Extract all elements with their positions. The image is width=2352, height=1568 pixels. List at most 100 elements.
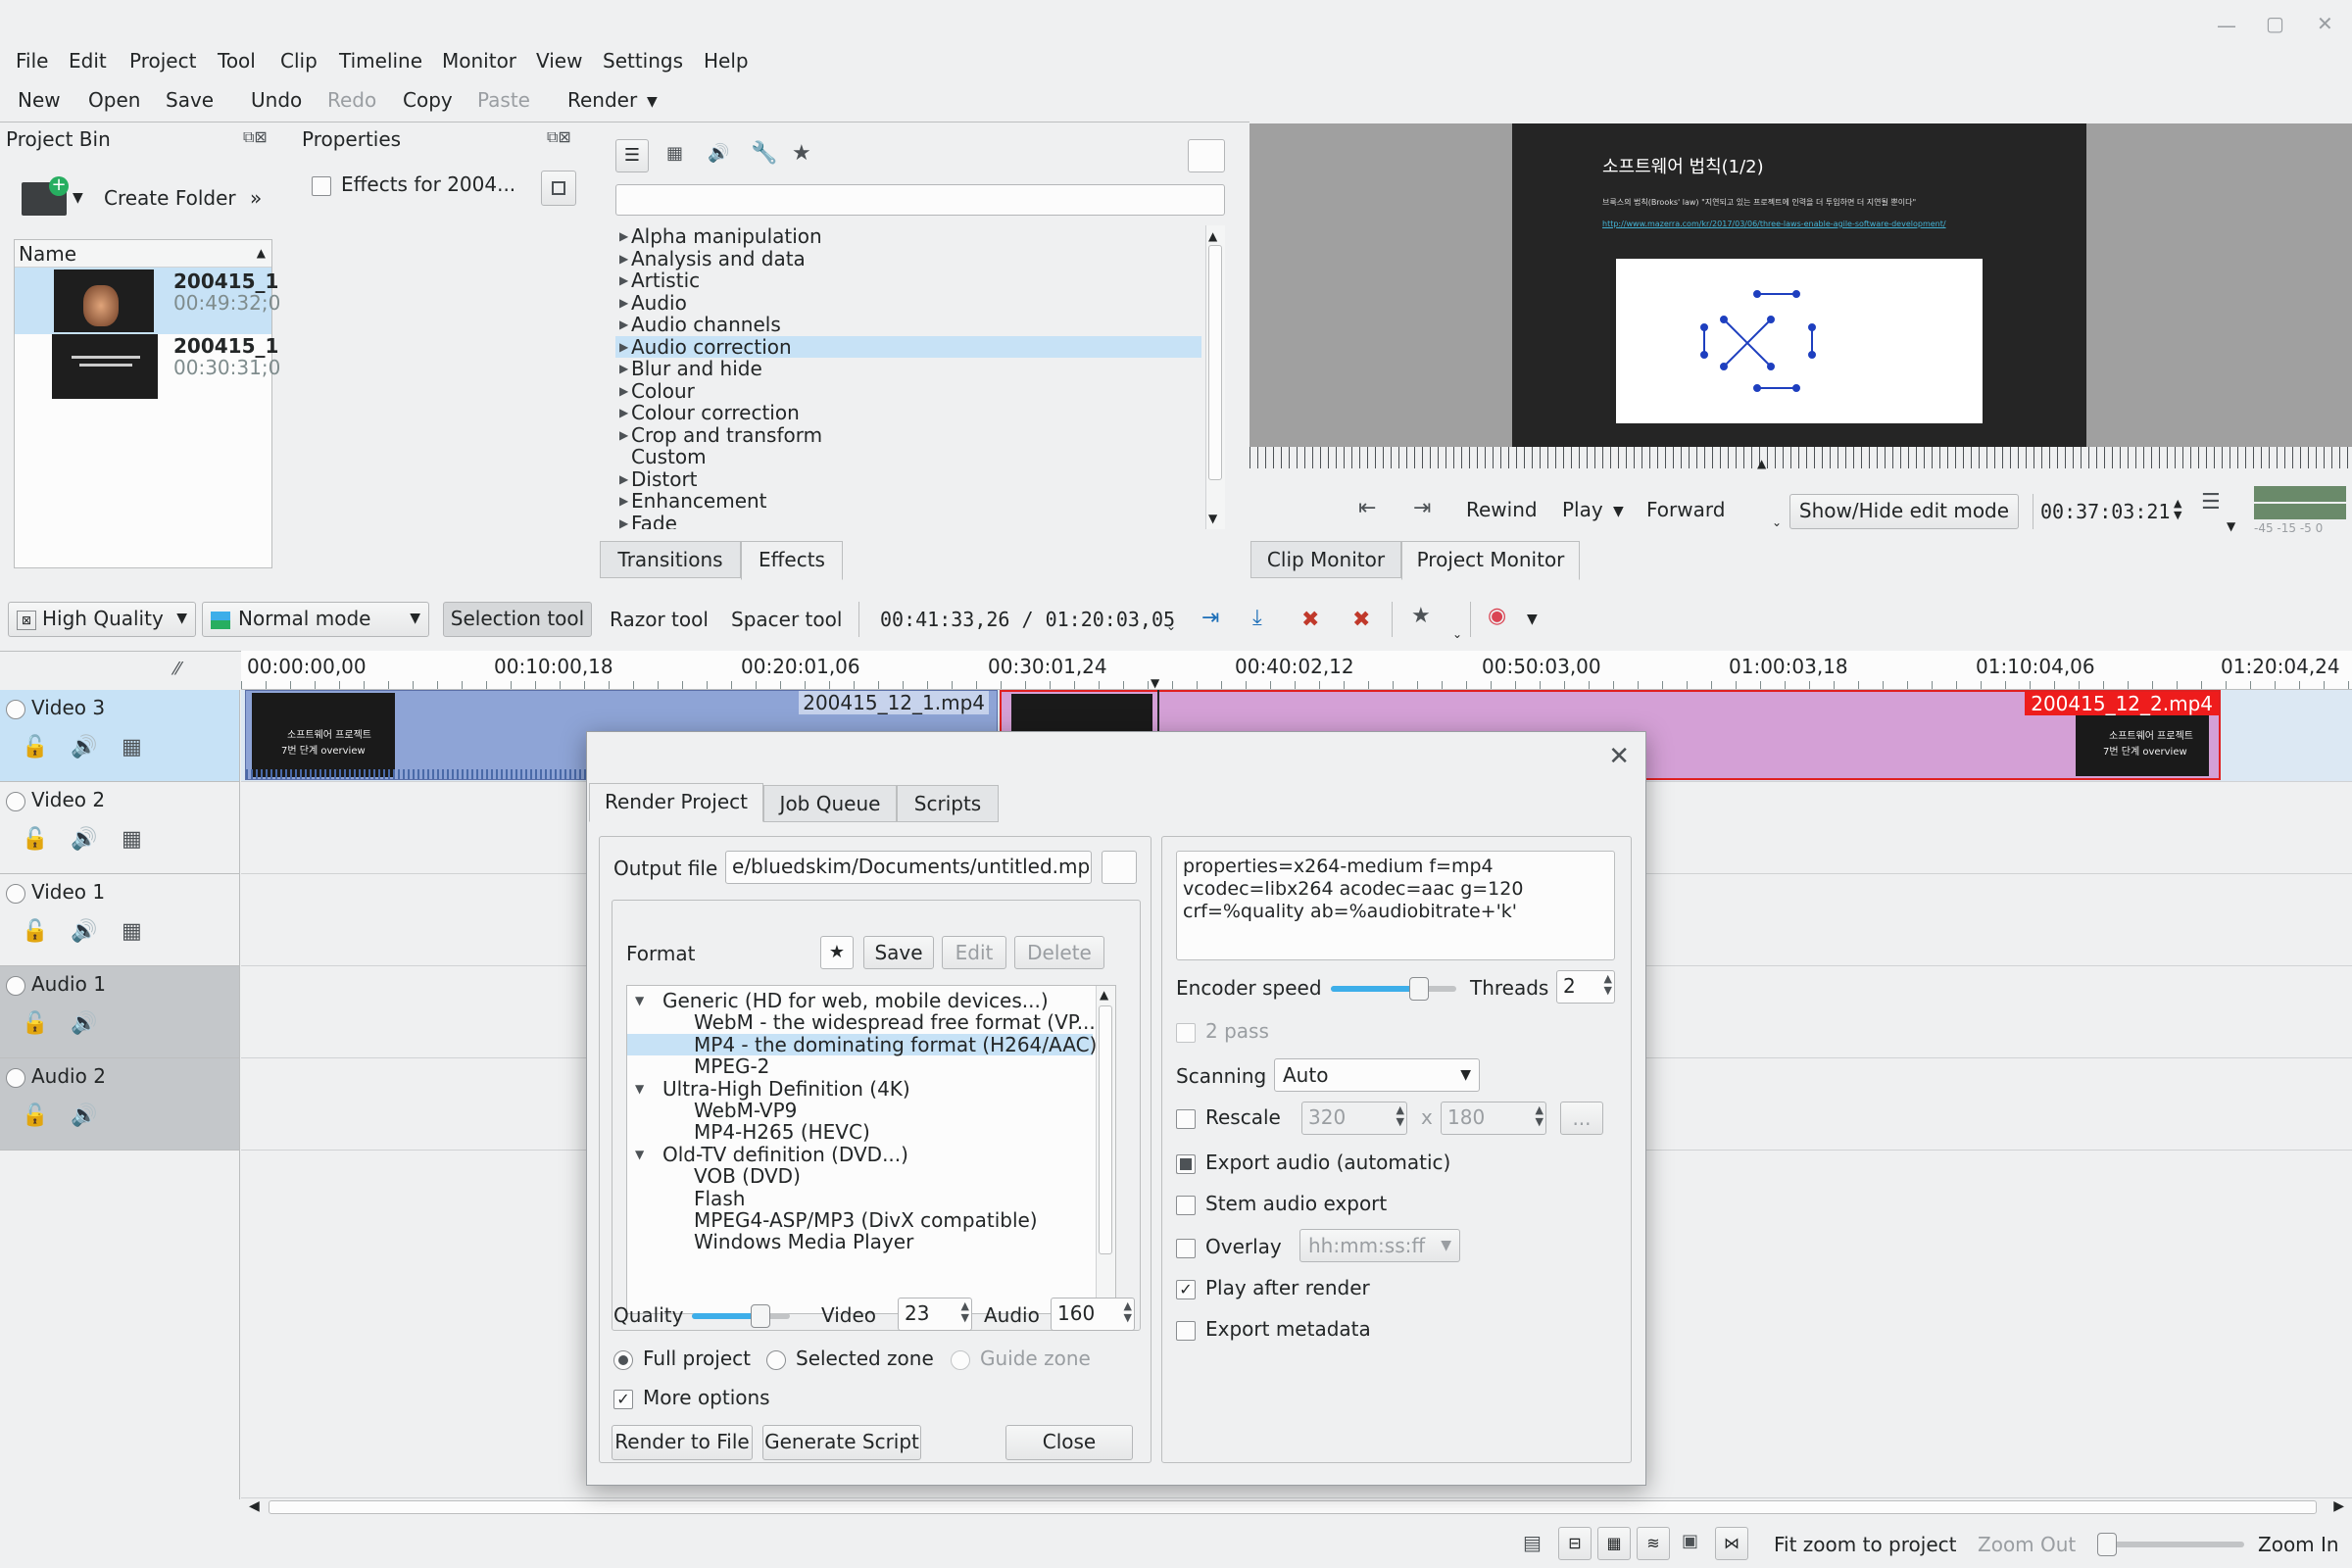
expand-arrow-icon[interactable]: ▶ [619, 314, 628, 335]
tab-clip-monitor[interactable]: Clip Monitor [1250, 541, 1401, 578]
track-video-3[interactable]: Video 3 🔓 🔊 ▦ [0, 690, 239, 782]
menu-file[interactable]: File [16, 49, 48, 73]
save-button[interactable]: Save [166, 88, 214, 112]
save-format-button[interactable]: Save [863, 936, 934, 969]
format-item[interactable]: WebM-VP9 [627, 1100, 1093, 1121]
effect-category-item[interactable]: ▶ Fade [615, 513, 1201, 530]
audio-effects-icon[interactable]: 🔊 [708, 143, 729, 164]
play-dropdown-icon[interactable]: ▼ [1613, 504, 1624, 519]
effects-checkbox[interactable] [312, 176, 331, 196]
menu-view[interactable]: View [536, 49, 582, 73]
mute-icon[interactable]: 🔊 [71, 919, 97, 944]
close-window-icon[interactable]: ✕ [2317, 12, 2333, 35]
float-icon[interactable]: ⧉⊠ [547, 127, 571, 147]
collapse-arrow-icon[interactable]: ▼ [635, 1078, 644, 1100]
menu-settings[interactable]: Settings [603, 49, 683, 73]
export-audio-checkbox[interactable] [1176, 1154, 1196, 1174]
expand-arrow-icon[interactable]: ▶ [619, 402, 628, 423]
sort-icon[interactable]: ▲ [257, 246, 266, 260]
full-project-radio[interactable] [613, 1350, 633, 1370]
track-video-2[interactable]: Video 2 🔓 🔊 ▦ [0, 782, 239, 874]
track-video-1[interactable]: Video 1 🔓 🔊 ▦ [0, 874, 239, 966]
overlay-select[interactable]: hh:mm:ss:ff ▼ [1299, 1229, 1460, 1262]
tab-render-project[interactable]: Render Project [589, 783, 763, 822]
show-audio-thumbs-icon[interactable]: ▤ [1523, 1531, 1542, 1554]
expand-arrow-icon[interactable]: ▶ [619, 490, 628, 512]
format-item[interactable]: VOB (DVD) [627, 1165, 1093, 1187]
expand-arrow-icon[interactable]: ▶ [619, 336, 628, 358]
expand-arrow-icon[interactable]: ▶ [619, 468, 628, 490]
output-file-input[interactable]: e/bluedskim/Documents/untitled.mp4 [725, 851, 1092, 884]
fit-zoom-button[interactable]: Fit zoom to project [1774, 1533, 1956, 1556]
open-button[interactable]: Open [88, 88, 140, 112]
effect-category-item[interactable]: ▶ Alpha manipulation [615, 225, 1201, 247]
effects-info-button[interactable] [1188, 139, 1225, 172]
column-name[interactable]: Name [19, 242, 76, 266]
video-effects-icon[interactable]: ▦ [666, 143, 683, 164]
effect-category-item[interactable]: ▶ Blur and hide [615, 358, 1201, 379]
razor-tool-button[interactable]: Razor tool [610, 608, 709, 631]
monitor-view[interactable]: 소프트웨어 법칙(1/2) 브룩스의 법칙(Brooks' law) "지연되고… [1250, 123, 2352, 447]
quality-select[interactable]: ⊠ High Quality ▼ [8, 602, 196, 637]
monitor-menu-icon[interactable]: ☰ [2201, 490, 2221, 514]
render-to-file-button[interactable]: Render to File [612, 1425, 753, 1460]
effect-category-item[interactable]: ▶ Audio [615, 292, 1201, 314]
maximize-icon[interactable]: ▢ [2266, 12, 2284, 35]
track-audio-2[interactable]: Audio 2 🔓 🔊 [0, 1058, 239, 1151]
expand-arrow-icon[interactable]: ▶ [619, 292, 628, 314]
effects-search-input[interactable] [615, 184, 1225, 216]
favorite-format-icon[interactable]: ★ [820, 936, 854, 969]
export-metadata-checkbox[interactable] [1176, 1321, 1196, 1341]
format-item[interactable]: WebM - the widespread free format (VP... [627, 1011, 1096, 1033]
menu-help[interactable]: Help [704, 49, 749, 73]
lock-icon[interactable]: 🔓 [22, 919, 48, 944]
lock-icon[interactable]: 🔓 [22, 827, 48, 852]
set-zone-in-icon[interactable]: ⇤ [1358, 496, 1376, 520]
effect-category-item[interactable]: ▶ Analysis and data [615, 248, 1201, 270]
show-video-thumbs-icon[interactable]: ▦ [1597, 1527, 1631, 1560]
effect-category-item[interactable]: Custom [615, 446, 1201, 467]
format-group-item[interactable]: ▼ Generic (HD for web, mobile devices...) [627, 990, 1093, 1011]
create-folder-button[interactable]: Create Folder [104, 186, 236, 210]
render-dropdown-icon[interactable]: ▼ [647, 94, 658, 110]
delete-format-button[interactable]: Delete [1014, 936, 1104, 969]
expand-arrow-icon[interactable]: ▶ [619, 513, 628, 530]
monitor-menu-dropdown-icon[interactable]: ▼ [2227, 519, 2235, 533]
extract-icon[interactable]: ✖ [1352, 608, 1370, 632]
forward-dropdown-icon[interactable]: ⌄ [1772, 515, 1782, 529]
new-button[interactable]: New [18, 88, 61, 112]
insert-icon[interactable]: ⇥ [1201, 606, 1219, 630]
dialog-close-icon[interactable]: ✕ [1608, 742, 1630, 771]
threads-input[interactable]: 2 ▲ ▼ [1556, 970, 1615, 1004]
menu-monitor[interactable]: Monitor [442, 49, 516, 73]
lift-icon[interactable]: ✖ [1301, 608, 1319, 632]
timeline-scrollbar[interactable]: ◀ ▶ [241, 1497, 2352, 1517]
menu-clip[interactable]: Clip [280, 49, 318, 73]
effect-category-item[interactable]: ▶ Enhancement [615, 490, 1201, 512]
hide-video-icon[interactable]: ▦ [122, 919, 142, 944]
edit-mode-button[interactable]: Show/Hide edit mode [1789, 494, 2019, 529]
zoom-slider[interactable] [2097, 1533, 2244, 1556]
rescale-checkbox[interactable] [1176, 1109, 1196, 1129]
redo-button[interactable]: Redo [327, 88, 376, 112]
tab-project-monitor[interactable]: Project Monitor [1401, 541, 1580, 580]
hide-video-icon[interactable]: ▦ [122, 735, 142, 760]
render-button[interactable]: Render [567, 88, 637, 112]
rescale-width-input[interactable]: 320 ▲ ▼ [1301, 1102, 1407, 1135]
split-view-icon[interactable]: ⋈ [1715, 1527, 1748, 1560]
hide-video-icon[interactable]: ▦ [122, 827, 142, 852]
menu-project[interactable]: Project [129, 49, 196, 73]
selection-tool-button[interactable]: Selection tool [443, 602, 592, 637]
minimize-icon[interactable]: — [2217, 14, 2236, 37]
format-group-item[interactable]: ▼ Old-TV definition (DVD...) [627, 1144, 1093, 1165]
add-clip-dropdown-icon[interactable]: ▼ [73, 190, 83, 206]
effect-category-item[interactable]: ▶ Colour [615, 380, 1201, 402]
monitor-timecode[interactable]: 00:37:03:21 [2040, 500, 2170, 523]
effect-category-item[interactable]: ▶ Colour correction [615, 402, 1201, 423]
list-view-icon[interactable]: ☰ [615, 139, 649, 172]
custom-effects-icon[interactable]: 🔧 [751, 141, 777, 166]
menu-timeline[interactable]: Timeline [339, 49, 422, 73]
tab-transitions[interactable]: Transitions [600, 541, 741, 578]
record-dropdown-icon[interactable]: ▼ [1527, 612, 1538, 627]
stem-audio-checkbox[interactable] [1176, 1196, 1196, 1215]
